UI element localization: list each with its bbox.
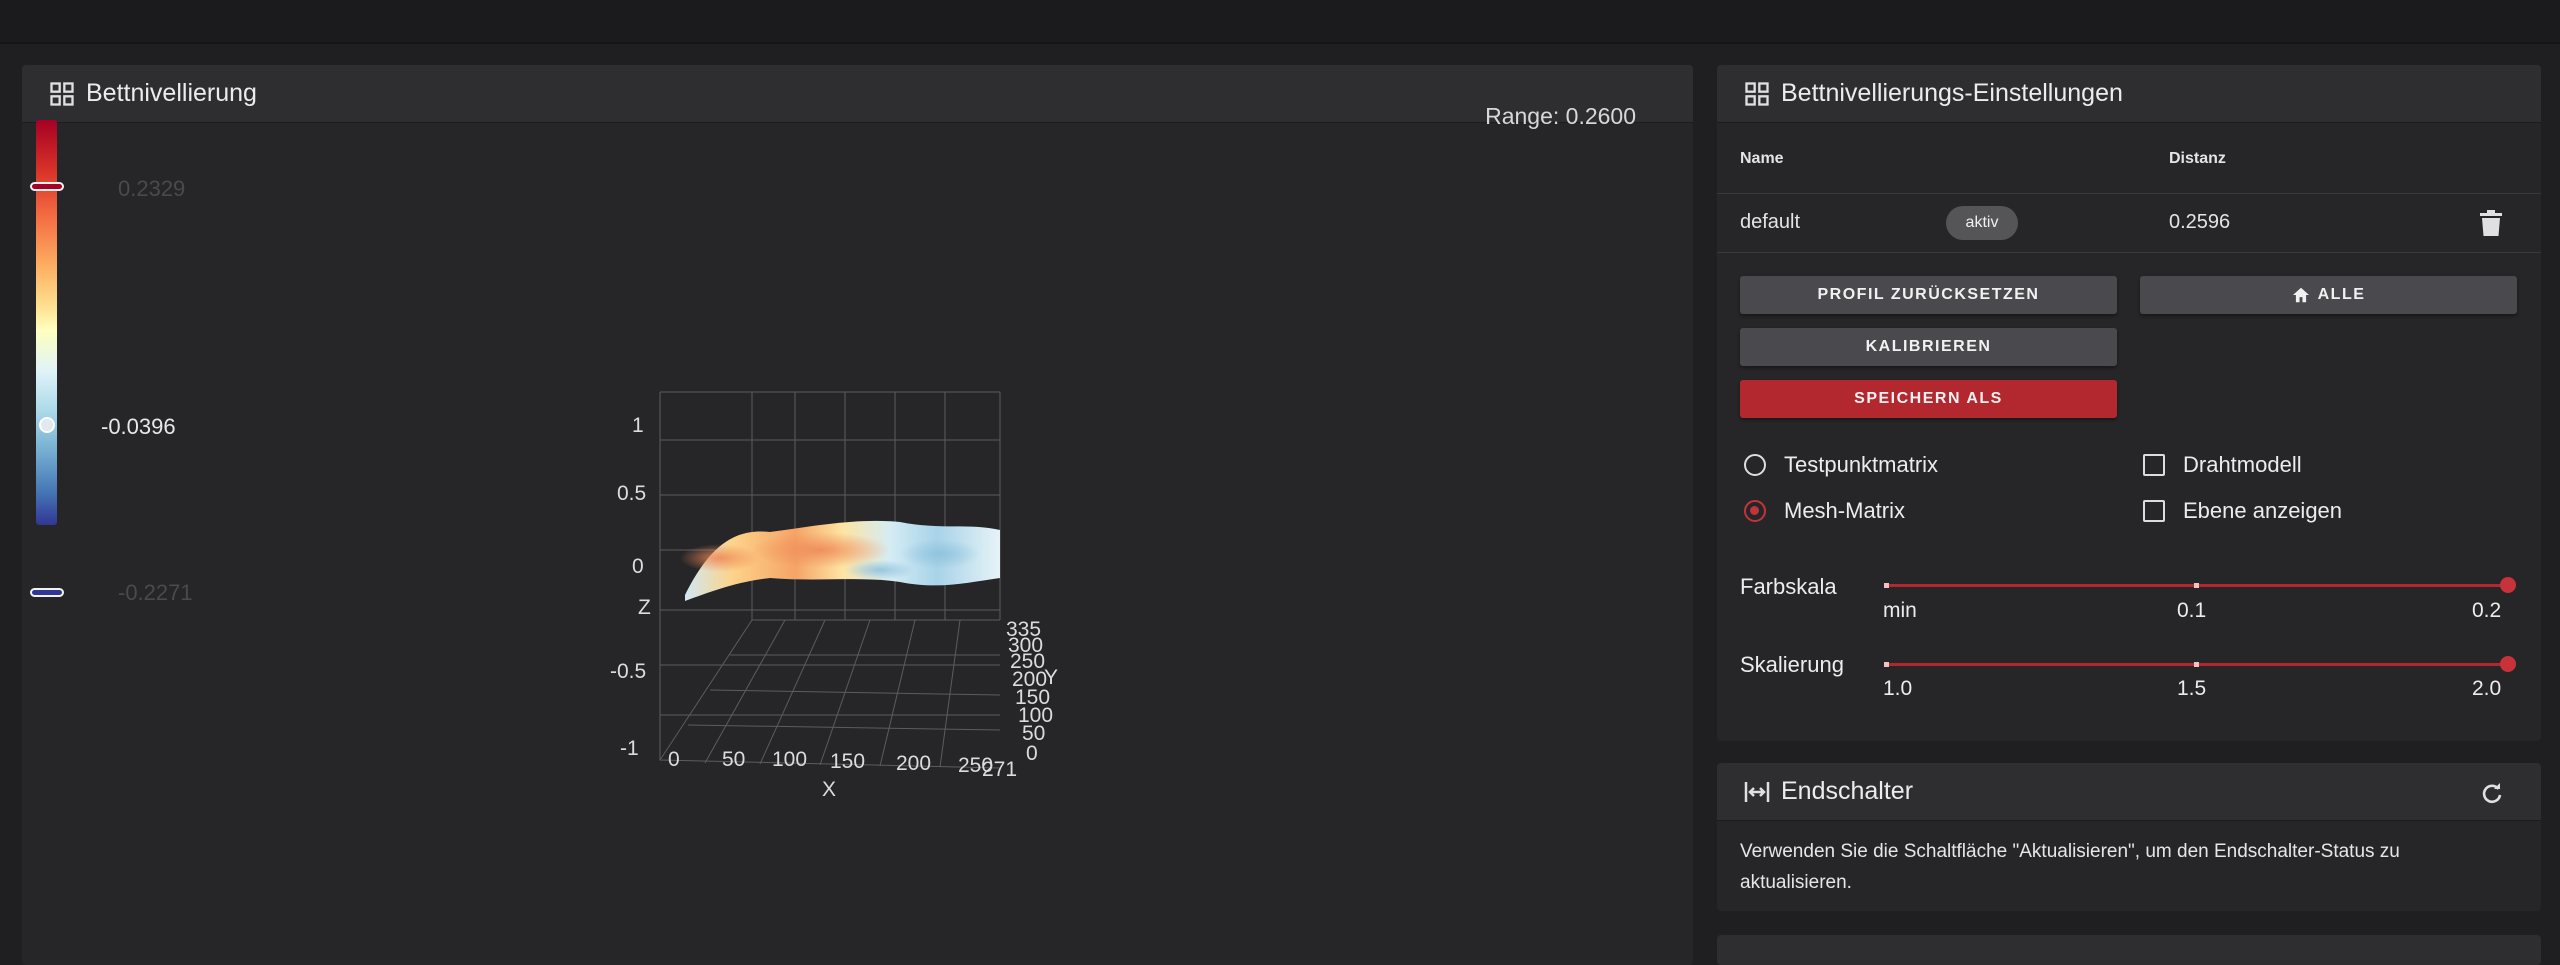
y-tick: 335 bbox=[1006, 618, 1041, 641]
home-all-button[interactable]: ALLE bbox=[2140, 276, 2517, 314]
radio-on[interactable] bbox=[1744, 500, 1766, 522]
slider-tick bbox=[2194, 662, 2199, 667]
endstop-card-header: Endschalter bbox=[1717, 763, 2541, 821]
endstop-help-text: Verwenden Sie die Schaltfläche "Aktualis… bbox=[1740, 841, 2400, 893]
z-tick: -0.5 bbox=[610, 660, 646, 683]
slider-tick-label: 1.0 bbox=[1883, 677, 1913, 700]
show-plane-checkbox[interactable]: Ebene anzeigen bbox=[2143, 498, 2342, 524]
mesh-range-label: Range: 0.2600 bbox=[1485, 103, 1636, 129]
color-scale-current-label: -0.0396 bbox=[101, 414, 176, 439]
color-scale-slider-label: Farbskala bbox=[1740, 574, 1837, 599]
bed-mesh-card-title: Bettnivellierung bbox=[86, 79, 257, 107]
slider-tick bbox=[1884, 583, 1889, 588]
arrows-h-icon bbox=[1743, 778, 1771, 806]
slider-tick-label: 0.2 bbox=[2472, 599, 2502, 622]
slider-tick bbox=[2194, 583, 2199, 588]
mesh-settings-card-title: Bettnivellierungs-Einstellungen bbox=[1781, 79, 2123, 107]
x-tick: 271 bbox=[982, 758, 1017, 781]
y-tick: 0 bbox=[1026, 742, 1038, 765]
color-scale-slider-thumb[interactable] bbox=[2500, 577, 2516, 593]
mesh-matrix-option[interactable]: Mesh-Matrix bbox=[1744, 498, 1905, 524]
profile-status-badge: aktiv bbox=[1946, 206, 2018, 240]
radio-off[interactable] bbox=[1744, 454, 1766, 476]
mesh-surface bbox=[680, 520, 1000, 601]
reset-profile-button[interactable]: PROFIL ZURÜCKSETZEN bbox=[1740, 276, 2117, 314]
x-axis-label: X bbox=[822, 778, 836, 801]
grid-icon bbox=[1743, 80, 1771, 108]
color-scale-min-handle[interactable] bbox=[30, 588, 64, 597]
y-axis-ticks: 0 50 100 150 200 250 300 335 Y bbox=[1006, 618, 1058, 765]
x-tick: 100 bbox=[772, 748, 807, 771]
slider-tick-label: min bbox=[1883, 599, 1917, 622]
z-tick: 0.5 bbox=[617, 482, 646, 505]
x-tick: 200 bbox=[896, 752, 931, 775]
probe-matrix-option[interactable]: Testpunktmatrix bbox=[1744, 452, 1938, 478]
table-header-distance: Distanz bbox=[2169, 150, 2226, 167]
profile-name[interactable]: default bbox=[1740, 211, 1800, 234]
scaling-slider-label: Skalierung bbox=[1740, 652, 1844, 677]
table-header-name: Name bbox=[1740, 150, 1784, 167]
save-as-button[interactable]: SPEICHERN ALS bbox=[1740, 380, 2117, 418]
table-divider bbox=[1717, 252, 2541, 253]
x-tick: 0 bbox=[668, 748, 680, 771]
slider-tick-label: 1.5 bbox=[2177, 677, 2207, 700]
top-app-bar bbox=[0, 0, 2560, 44]
color-scale-bar bbox=[36, 120, 57, 525]
color-scale-current-knob[interactable] bbox=[39, 417, 55, 433]
refresh-icon[interactable] bbox=[2480, 782, 2504, 806]
checkbox[interactable] bbox=[2143, 454, 2165, 476]
z-tick: 0 bbox=[632, 555, 644, 578]
slider-tick-label: 0.1 bbox=[2177, 599, 2207, 622]
color-scale-max-label: 0.2329 bbox=[118, 176, 186, 201]
mesh-settings-card-header: Bettnivellierungs-Einstellungen bbox=[1717, 65, 2541, 123]
bed-mesh-card-header: Bettnivellierung bbox=[22, 65, 1693, 123]
endstop-card-title: Endschalter bbox=[1781, 777, 1914, 805]
z-tick: 1 bbox=[632, 414, 644, 437]
z-axis-label: Z bbox=[638, 596, 651, 619]
z-tick: -1 bbox=[620, 737, 639, 760]
y-axis-label: Y bbox=[1044, 666, 1058, 689]
checkbox[interactable] bbox=[2143, 500, 2165, 522]
profile-distance: 0.2596 bbox=[2169, 211, 2231, 233]
x-tick: 50 bbox=[722, 748, 745, 771]
calibrate-button[interactable]: KALIBRIEREN bbox=[1740, 328, 2117, 366]
color-scale-min-label: -0.2271 bbox=[118, 580, 193, 605]
color-scale-max-handle[interactable] bbox=[30, 182, 64, 191]
slider-tick-label: 2.0 bbox=[2472, 677, 2502, 700]
trash-icon[interactable] bbox=[2480, 210, 2502, 236]
grid-icon bbox=[48, 80, 76, 108]
z-axis-ticks: 1 0.5 0 -0.5 -1 Z bbox=[610, 414, 651, 760]
bed-mesh-3d-plot[interactable]: 1 0.5 0 -0.5 -1 Z 0 50 100 150 200 250 2… bbox=[560, 320, 1080, 820]
scaling-slider-thumb[interactable] bbox=[2500, 656, 2516, 672]
home-icon bbox=[2292, 287, 2309, 303]
table-divider bbox=[1717, 193, 2541, 194]
x-tick: 150 bbox=[830, 750, 865, 773]
wireframe-checkbox[interactable]: Drahtmodell bbox=[2143, 452, 2302, 478]
next-card-header bbox=[1717, 935, 2541, 965]
x-axis-ticks: 0 50 100 150 200 250 271 X bbox=[668, 748, 1017, 801]
slider-tick bbox=[1884, 662, 1889, 667]
